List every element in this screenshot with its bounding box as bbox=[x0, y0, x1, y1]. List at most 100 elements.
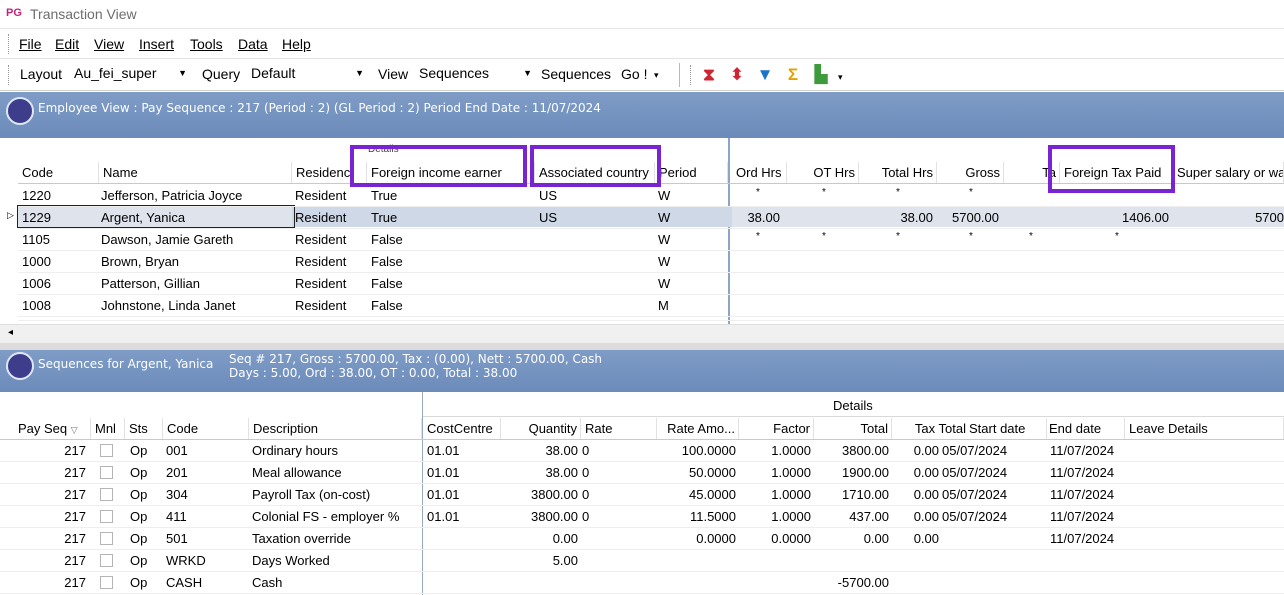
sequence-cell-total[interactable]: 1900.00 bbox=[814, 465, 892, 480]
sequence-cell-tax[interactable]: 0.00 bbox=[892, 443, 942, 458]
sequence-cell-start[interactable]: 05/07/2024 bbox=[942, 509, 1047, 524]
sequence-cell-end[interactable]: 11/07/2024 bbox=[1050, 443, 1125, 458]
manual-checkbox[interactable] bbox=[100, 532, 113, 545]
employee-cell-gross[interactable]: * bbox=[940, 187, 1002, 198]
employee-cell-name[interactable]: Johnstone, Linda Janet bbox=[101, 298, 291, 313]
sequence-cell-amt[interactable]: 11.5000 bbox=[657, 509, 739, 524]
sequence-cell-total[interactable]: 3800.00 bbox=[814, 443, 892, 458]
sequence-cell-total[interactable]: 1710.00 bbox=[814, 487, 892, 502]
sequence-cell-tax[interactable]: 0.00 bbox=[892, 487, 942, 502]
sequence-cell-tax[interactable]: 0.00 bbox=[892, 465, 942, 480]
employee-cell-fie[interactable]: True bbox=[371, 210, 531, 225]
sequence-cell-amt[interactable]: 0.0000 bbox=[657, 531, 739, 546]
sequence-cell-qty[interactable]: 38.00 bbox=[501, 443, 581, 458]
col-header-pay-seq[interactable]: Pay Seq ▽ bbox=[14, 418, 91, 439]
sequence-cell-amt[interactable]: 50.0000 bbox=[657, 465, 739, 480]
employee-cell-ord[interactable]: * bbox=[733, 187, 783, 198]
sequence-cell-start[interactable]: 05/07/2024 bbox=[942, 487, 1047, 502]
col-header-total[interactable]: Total bbox=[814, 418, 892, 439]
sequence-cell-factor[interactable]: 1.0000 bbox=[739, 509, 814, 524]
sequence-cell-sts[interactable]: Op bbox=[130, 465, 163, 480]
sequence-cell-code[interactable]: 411 bbox=[166, 509, 246, 524]
sequence-cell-rate[interactable]: 0 bbox=[582, 487, 652, 502]
sequence-cell-end[interactable]: 11/07/2024 bbox=[1050, 531, 1125, 546]
sequence-cell-desc[interactable]: Meal allowance bbox=[252, 465, 420, 480]
employee-cell-name[interactable]: Argent, Yanica bbox=[101, 210, 291, 225]
sequence-cell-seq[interactable]: 217 bbox=[14, 575, 89, 590]
employee-cell-code[interactable]: 1229 bbox=[22, 210, 99, 225]
sequence-cell-desc[interactable]: Cash bbox=[252, 575, 420, 590]
sequence-cell-seq[interactable]: 217 bbox=[14, 553, 89, 568]
manual-checkbox[interactable] bbox=[100, 554, 113, 567]
employee-cell-fie[interactable]: False bbox=[371, 298, 531, 313]
horizontal-scrollbar[interactable] bbox=[0, 324, 1284, 343]
employee-cell-gross[interactable]: 5700.00 bbox=[940, 210, 1002, 225]
sequence-cell-qty[interactable]: 3800.00 bbox=[501, 487, 581, 502]
menu-edit[interactable]: Edit bbox=[55, 36, 79, 52]
sequence-cell-tax[interactable]: 0.00 bbox=[892, 509, 942, 524]
col-header-costcentre[interactable]: CostCentre bbox=[423, 418, 501, 439]
scroll-left-icon[interactable]: ◂ bbox=[8, 327, 13, 338]
employee-cell-name[interactable]: Jefferson, Patricia Joyce bbox=[101, 188, 291, 203]
sequence-cell-code[interactable]: 304 bbox=[166, 487, 246, 502]
sequence-cell-qty[interactable]: 0.00 bbox=[501, 531, 581, 546]
hourglass-icon[interactable]: ⧗ bbox=[698, 64, 720, 86]
employee-cell-res[interactable]: Resident bbox=[295, 298, 365, 313]
employee-cell-ord[interactable]: 38.00 bbox=[733, 210, 783, 225]
employee-cell-name[interactable]: Dawson, Jamie Gareth bbox=[101, 232, 291, 247]
sequence-cell-cc[interactable]: 01.01 bbox=[427, 465, 499, 480]
employee-cell-total[interactable]: 38.00 bbox=[860, 210, 936, 225]
chevron-down-icon[interactable]: ▾ bbox=[838, 72, 843, 83]
chart-icon[interactable]: ▙ bbox=[810, 64, 832, 86]
sequence-cell-seq[interactable]: 217 bbox=[14, 509, 89, 524]
sequence-cell-tax[interactable]: 0.00 bbox=[892, 531, 942, 546]
sequence-cell-factor[interactable]: 1.0000 bbox=[739, 487, 814, 502]
sort-updown-icon[interactable]: ⬍ bbox=[726, 64, 748, 86]
employee-cell-code[interactable]: 1008 bbox=[22, 298, 99, 313]
col-header-sts[interactable]: Sts bbox=[125, 418, 163, 439]
sequence-cell-total[interactable]: -5700.00 bbox=[814, 575, 892, 590]
sequence-cell-end[interactable]: 11/07/2024 bbox=[1050, 509, 1125, 524]
employee-cell-res[interactable]: Resident bbox=[295, 210, 365, 225]
manual-checkbox[interactable] bbox=[100, 466, 113, 479]
employee-cell-name[interactable]: Brown, Bryan bbox=[101, 254, 291, 269]
employee-cell-ot[interactable]: * bbox=[790, 231, 858, 242]
sequence-cell-total[interactable]: 0.00 bbox=[814, 531, 892, 546]
sequence-cell-amt[interactable]: 100.0000 bbox=[657, 443, 739, 458]
manual-checkbox[interactable] bbox=[100, 510, 113, 523]
sequence-cell-rate[interactable]: 0 bbox=[582, 443, 652, 458]
sequence-cell-sts[interactable]: Op bbox=[130, 509, 163, 524]
sequence-cell-desc[interactable]: Days Worked bbox=[252, 553, 420, 568]
menu-view[interactable]: View bbox=[94, 36, 124, 52]
sequence-cell-cc[interactable]: 01.01 bbox=[427, 443, 499, 458]
menu-tools[interactable]: Tools bbox=[190, 36, 223, 52]
employee-cell-period[interactable]: M bbox=[658, 298, 728, 313]
sequence-cell-cc[interactable]: 01.01 bbox=[427, 509, 499, 524]
go-button[interactable]: Go ! bbox=[621, 66, 647, 82]
sequence-cell-start[interactable]: 05/07/2024 bbox=[942, 465, 1047, 480]
sequence-cell-sts[interactable]: Op bbox=[130, 531, 163, 546]
sequence-cell-rate[interactable]: 0 bbox=[582, 509, 652, 524]
filter-icon[interactable]: ▼ bbox=[754, 64, 776, 86]
manual-checkbox[interactable] bbox=[100, 576, 113, 589]
col-header-period[interactable]: Period bbox=[655, 162, 728, 184]
sum-icon[interactable]: Σ bbox=[782, 64, 804, 86]
employee-cell-super[interactable]: 5700 bbox=[1175, 210, 1284, 225]
col-header-rate[interactable]: Rate bbox=[581, 418, 657, 439]
chevron-down-icon[interactable]: ▾ bbox=[654, 70, 659, 81]
sequence-cell-seq[interactable]: 217 bbox=[14, 531, 89, 546]
employee-cell-fie[interactable]: True bbox=[371, 188, 531, 203]
employee-cell-res[interactable]: Resident bbox=[295, 232, 365, 247]
sequence-cell-total[interactable]: 437.00 bbox=[814, 509, 892, 524]
sequence-cell-desc[interactable]: Taxation override bbox=[252, 531, 420, 546]
manual-checkbox[interactable] bbox=[100, 444, 113, 457]
sequence-cell-sts[interactable]: Op bbox=[130, 443, 163, 458]
employee-cell-ftp[interactable]: 1406.00 bbox=[1062, 210, 1172, 225]
sequence-cell-amt[interactable]: 45.0000 bbox=[657, 487, 739, 502]
layout-select[interactable]: Au_fei_super ▼ bbox=[71, 63, 191, 84]
pane-splitter[interactable] bbox=[0, 343, 1284, 350]
sequence-cell-seq[interactable]: 217 bbox=[14, 465, 89, 480]
sequence-cell-desc[interactable]: Ordinary hours bbox=[252, 443, 420, 458]
employee-cell-total[interactable]: * bbox=[860, 187, 936, 198]
col-header-code[interactable]: Code bbox=[18, 162, 99, 184]
